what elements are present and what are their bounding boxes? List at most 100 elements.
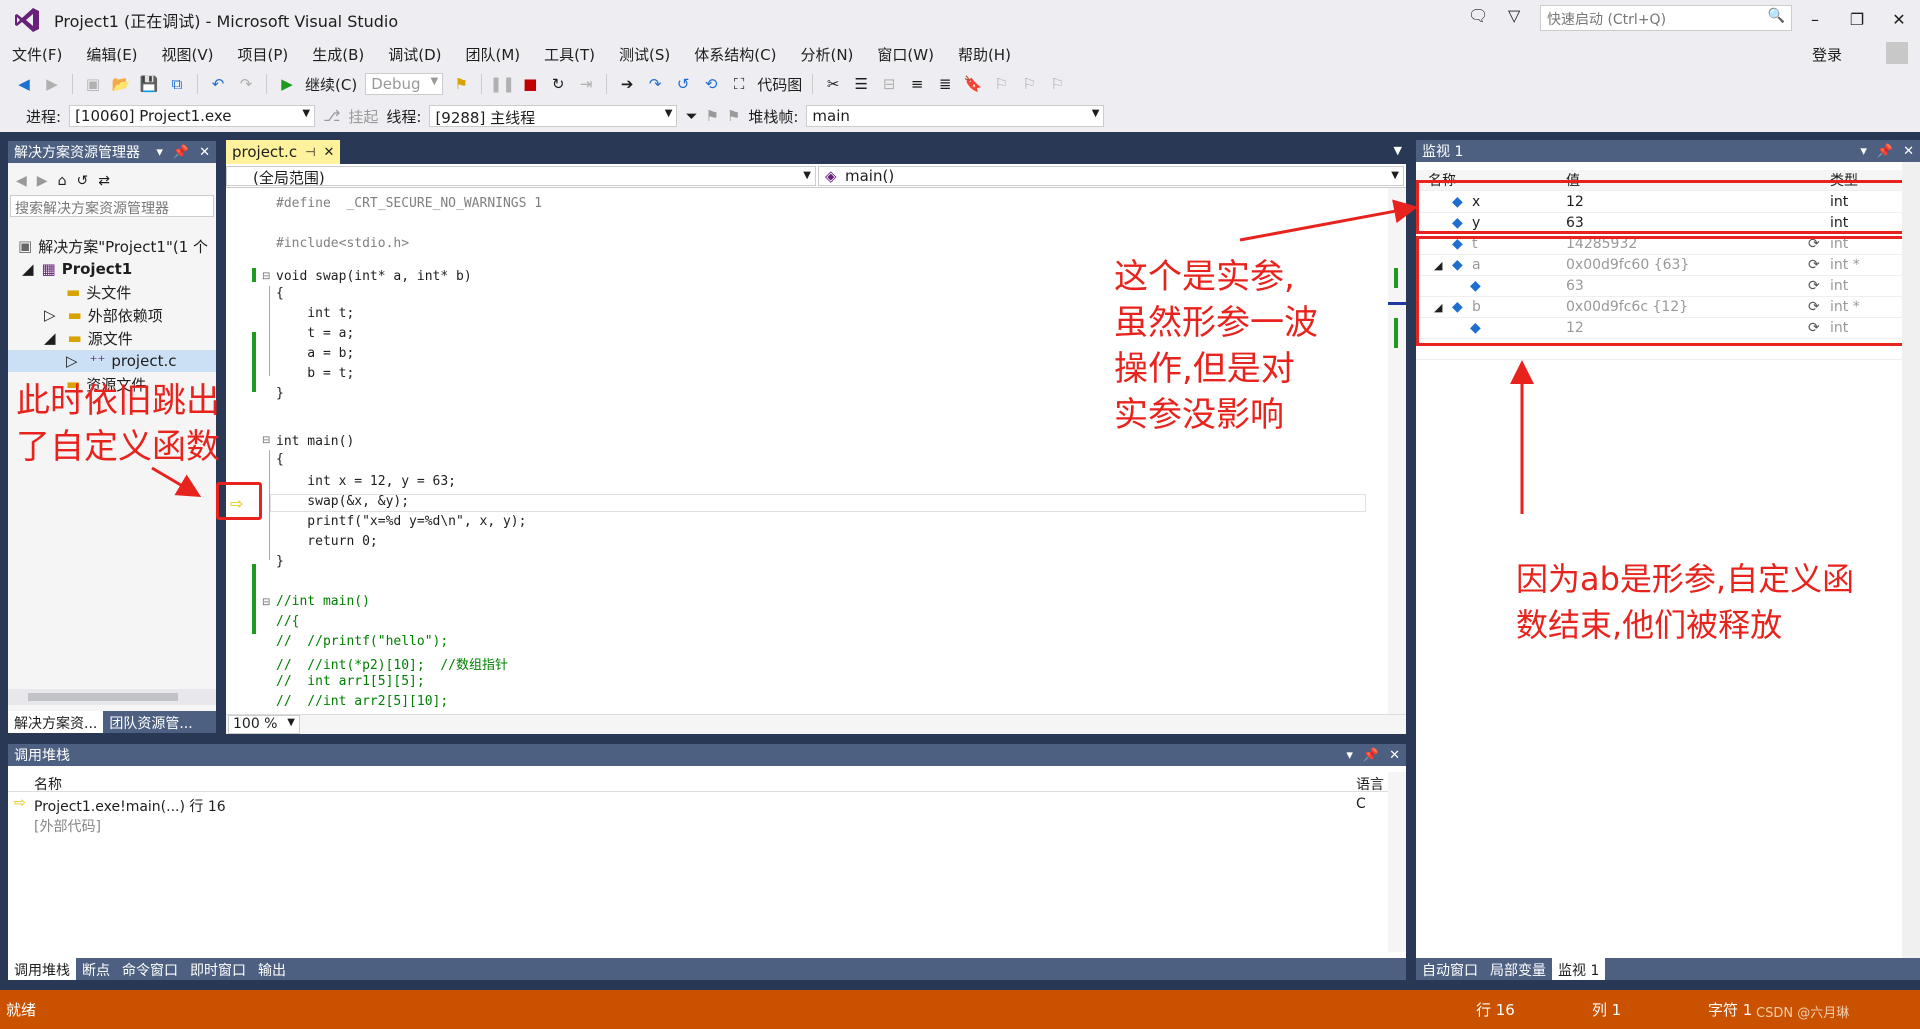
tab-solution-explorer[interactable]: 解决方案资... [8,711,104,733]
pin-icon[interactable]: ⊣ [305,145,315,159]
tab-breakpoints[interactable]: 断点 [76,958,116,980]
pause-icon[interactable]: ❚❚ [490,74,515,94]
tab-overflow-icon[interactable]: ▼ [1394,144,1402,157]
tree-item-project-c[interactable]: ▷ ⁺⁺ project.c [8,350,216,372]
back-icon[interactable]: ◀ [14,74,34,94]
config-select[interactable]: Debug ▼ [365,73,444,95]
prev-bookmark-icon[interactable]: ⚐ [991,74,1011,94]
hot-reload-icon[interactable]: ⟲ [701,74,721,94]
tree-item-headers[interactable]: ▬ 头文件 [66,281,131,303]
tree-item-external-deps[interactable]: ▷ ▬ 外部依赖项 [44,304,163,326]
process-select[interactable]: [10060] Project1.exe ▼ [69,105,316,127]
bookmark-icon[interactable]: 🔖 [963,74,983,94]
vertical-scrollbar[interactable] [1388,188,1406,714]
codemap-icon[interactable]: ⛶ [729,74,749,94]
flag-icon[interactable]: ⚑ [705,107,718,125]
continue-button[interactable]: 继续(C) [305,74,357,95]
tab-autos[interactable]: 自动窗口 [1416,958,1484,980]
tab-output[interactable]: 输出 [252,958,292,980]
redo-icon[interactable]: ↷ [236,74,256,94]
restart-icon[interactable]: ↻ [548,74,568,94]
tree-item-sources[interactable]: ◢ ▬ 源文件 [44,327,133,349]
callstack-row-external[interactable]: [外部代码] [8,814,1388,835]
callstack-scrollbar[interactable] [1388,772,1406,952]
sync-icon[interactable]: ⇄ [98,173,110,189]
collapse-icon[interactable]: ⊟ [262,271,270,282]
forward-icon[interactable]: ▶ [42,74,62,94]
continue-play-icon[interactable]: ▶ [277,74,297,94]
solution-search-input[interactable]: 搜索解决方案资源管理器 [10,195,214,217]
code-editor[interactable]: (全局范围) ▼ ◈ main() ▼ ⊟ ⊟ ⊟ ⇨ #define _CRT_SE… [226,164,1406,734]
filter-icon[interactable]: ⏷ [685,107,697,125]
menu-window[interactable]: 窗口(W) [865,44,946,65]
hex-display-icon[interactable]: ✂ [823,74,843,94]
tab-project-c[interactable]: project.c ⊣ ✕ [226,140,341,164]
history-icon[interactable]: ↺ [76,173,88,189]
suspend-icon[interactable]: ⎇ [323,107,340,125]
minimize-button[interactable]: – [1800,6,1830,32]
collapse-icon[interactable]: ⊟ [262,435,270,446]
uncomment-icon[interactable]: ≣ [935,74,955,94]
menu-view[interactable]: 视图(V) [150,44,226,65]
menu-file[interactable]: 文件(F) [0,44,74,65]
codemap-button[interactable]: 代码图 [757,74,802,95]
close-icon[interactable]: ✕ [1903,144,1914,159]
flag-all-icon[interactable]: ⚑ [727,107,740,125]
pin-icon[interactable]: 📌 [1877,144,1893,159]
step-out-icon[interactable]: ↺ [673,74,693,94]
menu-team[interactable]: 团队(M) [454,44,533,65]
save-all-icon[interactable]: ⧉ [167,74,187,94]
show-next-statement-icon[interactable]: ⇥ [576,74,596,94]
menu-architecture[interactable]: 体系结构(C) [682,44,788,65]
tab-team-explorer[interactable]: 团队资源管... [103,711,198,733]
forward-icon[interactable]: ▶ [37,173,48,189]
horizontal-scrollbar[interactable] [8,689,216,705]
pin-icon[interactable]: 📌 [1363,748,1379,763]
tab-immediate-window[interactable]: 即时窗口 [184,958,252,980]
stop-icon[interactable]: ■ [520,74,540,94]
new-project-icon[interactable]: ▣ [83,74,103,94]
watch-scrollbar[interactable] [1902,162,1920,958]
avatar[interactable] [1886,42,1908,64]
step-into-icon[interactable]: ➔ [617,74,637,94]
menu-project[interactable]: 项目(P) [226,44,301,65]
menu-analyze[interactable]: 分析(N) [788,44,865,65]
function-select[interactable]: ◈ main() ▼ [818,166,1404,186]
login-link[interactable]: 登录 [1812,44,1842,65]
tab-command-window[interactable]: 命令窗口 [116,958,184,980]
clear-bookmarks-icon[interactable]: ⚐ [1047,74,1067,94]
dropdown-icon[interactable]: ▾ [1346,748,1353,763]
tab-locals[interactable]: 局部变量 [1484,958,1552,980]
dropdown-icon[interactable]: ▾ [1860,144,1867,159]
menu-build[interactable]: 生成(B) [300,44,376,65]
breakpoint-icon[interactable]: ⊟ [879,74,899,94]
threads-icon[interactable]: ☰ [851,74,871,94]
thread-select[interactable]: [9288] 主线程 ▼ [429,105,678,127]
filter-icon[interactable]: ▽ [1508,6,1520,25]
next-bookmark-icon[interactable]: ⚐ [1019,74,1039,94]
tab-call-stack[interactable]: 调用堆栈 [8,958,76,980]
callstack-row-main[interactable]: ⇨ Project1.exe!main(...) 行 16 C [8,794,1388,815]
open-file-icon[interactable]: 📂 [111,74,131,94]
tree-item-project[interactable]: ◢ ▦ Project1 [22,258,132,280]
home-icon[interactable]: ⌂ [58,173,67,189]
dropdown-icon[interactable]: ▾ [156,145,163,160]
restore-button[interactable]: ❐ [1842,6,1872,32]
back-icon[interactable]: ◀ [16,173,27,189]
close-icon[interactable]: ✕ [1389,748,1400,763]
close-icon[interactable]: ✕ [324,145,335,160]
step-over-icon[interactable]: ↷ [645,74,665,94]
stackframe-select[interactable]: main ▼ [806,105,1105,127]
collapse-icon[interactable]: ⊟ [262,597,270,608]
menu-test[interactable]: 测试(S) [607,44,682,65]
undo-icon[interactable]: ↶ [208,74,228,94]
menu-help[interactable]: 帮助(H) [946,44,1023,65]
quick-launch-input[interactable]: 快速启动 (Ctrl+Q) 🔍 [1540,5,1792,31]
close-icon[interactable]: ✕ [199,145,210,160]
pin-icon[interactable]: 📌 [173,145,189,160]
zoom-select[interactable]: 100 % ▼ [228,715,300,734]
feedback-icon[interactable]: 🗨 [1468,6,1488,25]
tab-watch-1[interactable]: 监视 1 [1552,958,1606,980]
scope-select[interactable]: (全局范围) ▼ [226,166,816,187]
close-button[interactable]: ✕ [1884,6,1914,32]
